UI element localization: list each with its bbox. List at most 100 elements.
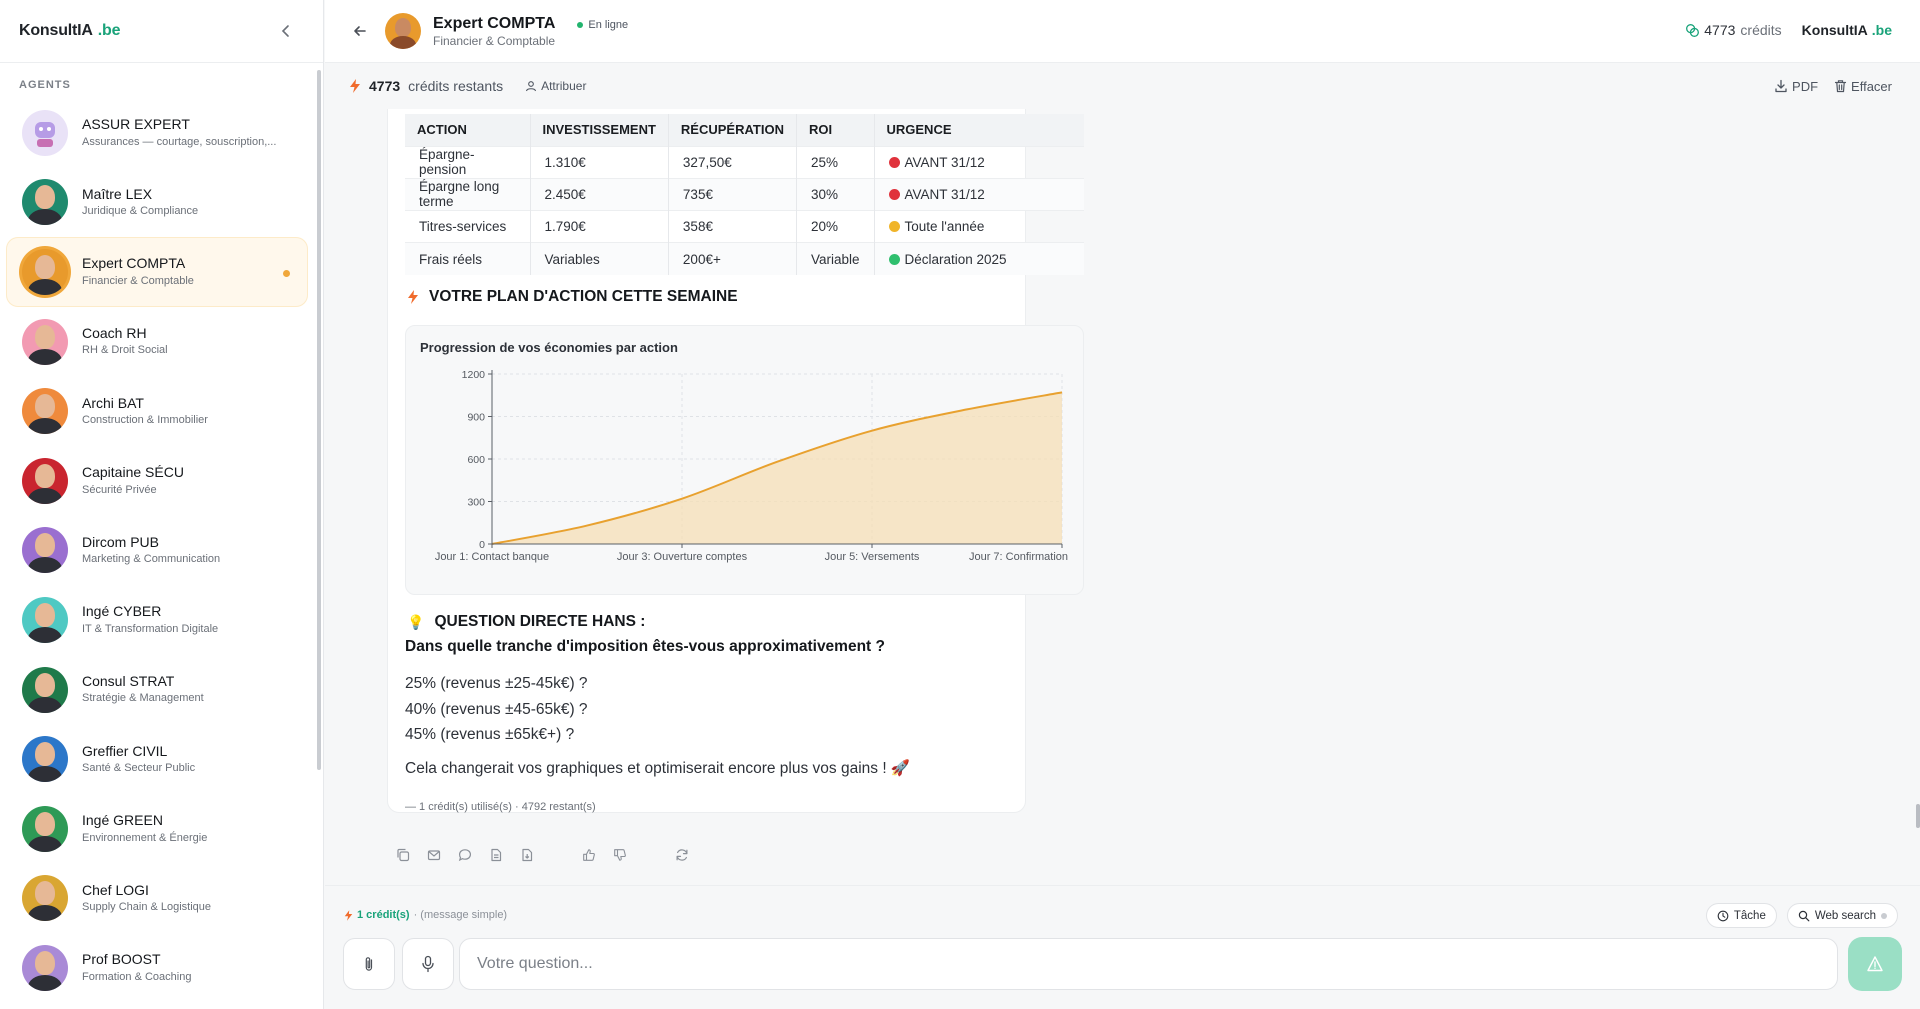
table-cell: 358€ (667, 210, 797, 243)
urgency-cell: Déclaration 2025 (873, 242, 1084, 276)
credits-pill[interactable]: 4773 crédits (1685, 22, 1782, 38)
sidebar-item-agent[interactable]: Capitaine SÉCU Sécurité Privée (0, 446, 316, 516)
agent-subtitle: Financier & Comptable (433, 33, 556, 48)
y-tick-label: 300 (467, 497, 485, 509)
sidebar-item-agent[interactable]: Archi BAT Construction & Immobilier (0, 376, 316, 446)
sidebar-item-agent[interactable]: Greffier CIVIL Santé & Secteur Public (0, 724, 316, 794)
urgency-cell: AVANT 31/12 (873, 177, 1084, 211)
agent-subtitle: Supply Chain & Logistique (82, 901, 212, 914)
sidebar-item-agent[interactable]: ASSUR EXPERT Assurances — courtage, sousc… (0, 98, 316, 168)
sidebar-item-agent[interactable]: Chef LOGI Supply Chain & Logistique (0, 864, 316, 934)
agent-title: Expert COMPTA Financier & Comptable (433, 14, 555, 49)
avatar (22, 875, 68, 922)
clear-label: Effacer (1851, 78, 1892, 94)
agent-name: Greffier CIVIL (82, 742, 168, 759)
avatar (22, 179, 68, 226)
pdf-button[interactable]: PDF (1774, 79, 1818, 94)
table-cell: 1.790€ (529, 210, 669, 243)
urgency-cell: Toute l'année (873, 210, 1084, 243)
sidebar-item-agent[interactable]: Expert COMPTA Financier & Comptable (6, 237, 308, 307)
question-input-wrapper (459, 938, 1838, 990)
agent-text: ASSUR EXPERT Assurances — courtage, sousc… (82, 116, 276, 149)
clock-icon (1717, 910, 1729, 921)
attribuer-button[interactable]: Attribuer (525, 79, 586, 93)
sidebar-header: KonsultIA .be (0, 0, 323, 63)
main-panel: Expert COMPTA Financier & Comptable En l… (325, 0, 1920, 1009)
agent-text: Expert COMPTA Financier & Comptable (82, 255, 194, 288)
credit-cost: 1 crédit(s) (357, 909, 410, 921)
chat-bubble-icon (458, 849, 472, 862)
question-input[interactable] (477, 955, 1820, 973)
avatar (22, 666, 68, 713)
column-header: INVESTISSEMENT (529, 114, 669, 146)
chat-scrollbar[interactable] (1916, 804, 1920, 828)
closing-text: Cela changerait vos graphiques et optimi… (405, 760, 911, 777)
send-button[interactable] (1848, 937, 1902, 991)
download-icon (1775, 79, 1787, 93)
agent-name: Ingé GREEN (82, 812, 163, 829)
agent-subtitle: Sécurité Privée (82, 483, 157, 496)
avatar (22, 596, 68, 643)
agent-text: Coach RH RH & Droit Social (82, 325, 168, 358)
sidebar-item-agent[interactable]: Maître LEX Juridique & Compliance (0, 168, 316, 238)
thumbs-up-button[interactable] (580, 846, 598, 864)
column-header: ACTION (405, 114, 530, 146)
online-dot (577, 22, 584, 28)
sidebar-item-agent[interactable]: Ingé GREEN Environnement & Énergie (0, 794, 316, 864)
task-toggle[interactable]: Tâche (1705, 903, 1777, 928)
avatar (22, 736, 68, 783)
attribuer-label: Attribuer (541, 79, 587, 93)
table-header-row: ACTION INVESTISSEMENT RÉCUPÉRATION ROI U… (405, 114, 1084, 146)
agent-text: Maître LEX Juridique & Compliance (82, 186, 198, 219)
document-button[interactable] (487, 846, 505, 864)
paperclip-icon (365, 957, 373, 971)
savings-chart: Progression de vos économies par action … (405, 325, 1084, 595)
table-cell: Titres-services (405, 210, 530, 243)
table-cell: 327,50€ (667, 145, 797, 179)
composer-options: Tâche Web search (1705, 903, 1898, 928)
pdf-label: PDF (1792, 78, 1819, 94)
agent-name: Coach RH (82, 324, 147, 341)
agent-subtitle: IT & Transformation Digitale (82, 622, 219, 635)
coins-icon (1686, 23, 1700, 37)
collapse-sidebar-button[interactable] (275, 20, 297, 42)
regenerate-button[interactable] (673, 846, 691, 864)
brand-logo[interactable]: KonsultIA .be (19, 22, 120, 40)
trash-icon (1834, 80, 1847, 93)
urgency-label: Toute l'année (904, 219, 985, 235)
sidebar-item-agent[interactable]: Consul STRAT Stratégie & Management (0, 655, 316, 725)
thumbs-down-button[interactable] (611, 846, 629, 864)
x-tick-label: Jour 3: Ouverture comptes (617, 551, 748, 563)
clear-button[interactable]: Effacer (1834, 79, 1892, 94)
copy-button[interactable] (394, 846, 412, 864)
brand-name: KonsultIA (19, 22, 93, 39)
web-search-toggle[interactable]: Web search (1786, 903, 1898, 928)
export-document-button[interactable] (518, 846, 536, 864)
avatar (22, 944, 68, 991)
option-item: 40% (revenus ±45-65k€) ? (405, 700, 588, 718)
urgency-label: AVANT 31/12 (904, 154, 985, 170)
urgency-dot (888, 253, 900, 265)
agent-name: Prof BOOST (82, 951, 161, 968)
sidebar-item-agent[interactable]: Dircom PUB Marketing & Communication (0, 516, 316, 586)
email-button[interactable] (425, 846, 443, 864)
urgency-label: Déclaration 2025 (904, 251, 1007, 267)
attach-button[interactable] (343, 938, 395, 990)
sidebar-item-agent[interactable]: Prof BOOST Formation & Coaching (0, 933, 316, 1003)
sidebar-scrollbar[interactable] (317, 70, 321, 770)
avatar (22, 457, 68, 504)
table-cell: 30% (795, 177, 874, 211)
sidebar-item-agent[interactable]: Coach RH RH & Droit Social (0, 307, 316, 377)
chat-area[interactable]: ACTION INVESTISSEMENT RÉCUPÉRATION ROI U… (325, 109, 1920, 885)
search-icon (1798, 910, 1810, 921)
sidebar-item-agent[interactable]: Ingé CYBER IT & Transformation Digitale (0, 585, 316, 655)
back-button[interactable] (349, 20, 371, 42)
comment-button[interactable] (456, 846, 474, 864)
agent-subtitle: RH & Droit Social (82, 344, 168, 357)
question-title-text: QUESTION DIRECTE HANS : (434, 613, 646, 630)
microphone-button[interactable] (402, 938, 454, 990)
export-actions: PDF Effacer (1774, 79, 1892, 94)
agents-section-label: AGENTS (19, 79, 71, 91)
agent-text: Chef LOGI Supply Chain & Logistique (82, 882, 211, 915)
